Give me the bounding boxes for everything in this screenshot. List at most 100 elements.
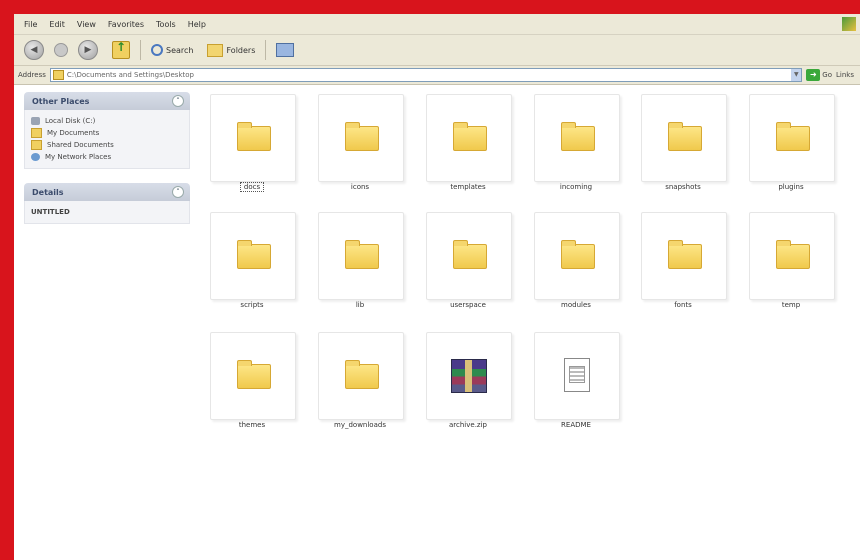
folder-item[interactable]: incoming (534, 94, 622, 206)
toolbar: ◀ ▶ Search Folders (14, 35, 860, 66)
thumbnail-tile (749, 94, 835, 182)
collapse-chevron-icon[interactable]: ˄ (172, 186, 184, 198)
item-label: snapshots (665, 183, 701, 191)
folder-item[interactable]: icons (318, 94, 406, 206)
thumbnail-tile (641, 212, 727, 300)
address-dropdown-icon[interactable]: ▼ (791, 69, 802, 81)
folder-icon (453, 122, 487, 151)
back-dropdown-icon[interactable] (54, 43, 68, 57)
search-icon (151, 44, 163, 56)
item-label: my_downloads (334, 421, 386, 429)
folders-label: Folders (226, 45, 256, 55)
forward-arrow-icon: ▶ (78, 40, 98, 60)
search-label: Search (166, 45, 194, 55)
item-label: docs (210, 182, 294, 192)
links-button[interactable]: Links (836, 71, 854, 79)
place-label: Local Disk (C:) (45, 117, 96, 125)
folder-icon (561, 240, 595, 269)
document-item[interactable]: README (534, 332, 622, 444)
thumbnail-tile (210, 212, 296, 300)
thumbnail-tile (749, 212, 835, 300)
folder-item[interactable]: scripts (210, 212, 298, 324)
folder-item[interactable]: snapshots (641, 94, 729, 206)
archive-item[interactable]: archive.zip (426, 332, 514, 444)
address-path: C:\Documents and Settings\Desktop (66, 71, 194, 79)
up-folder-button[interactable] (108, 39, 134, 61)
address-bar: Address C:\Documents and Settings\Deskto… (14, 66, 860, 85)
folder-icon (345, 240, 379, 269)
folder-icon (668, 122, 702, 151)
network-icon (31, 153, 40, 161)
views-button[interactable] (272, 41, 298, 59)
folder-item[interactable]: plugins (749, 94, 837, 206)
folder-item[interactable]: temp (749, 212, 837, 324)
folder-icon (52, 70, 64, 80)
item-label: lib (355, 301, 365, 309)
place-my-documents[interactable]: My Documents (31, 127, 183, 139)
drive-icon (31, 117, 40, 125)
item-label: incoming (559, 183, 593, 191)
toolbar-separator (140, 40, 141, 60)
thumbnail-tile (318, 212, 404, 300)
place-network[interactable]: My Network Places (31, 151, 183, 163)
other-places-panel: Other Places ˄ Local Disk (C:) My Docume… (24, 92, 190, 169)
place-shared-documents[interactable]: Shared Documents (31, 139, 183, 151)
go-button[interactable]: ➜ Go (806, 69, 832, 81)
collapse-chevron-icon[interactable]: ˄ (172, 95, 184, 107)
item-label: templates (450, 183, 486, 191)
menu-favorites[interactable]: Favorites (108, 20, 144, 29)
shared-folder-icon (31, 140, 42, 150)
folder-icon (237, 122, 271, 151)
folders-icon (207, 43, 224, 57)
folder-item[interactable]: my_downloads (318, 332, 406, 444)
other-places-title: Other Places (32, 96, 90, 106)
menu-bar: File Edit View Favorites Tools Help (14, 14, 860, 35)
item-label: themes (238, 421, 266, 429)
item-label: archive.zip (449, 421, 487, 429)
toolbar-separator (265, 40, 267, 60)
folder-item[interactable]: lib (318, 212, 406, 324)
windows-logo-icon (842, 17, 856, 31)
go-label: Go (822, 71, 833, 79)
place-label: My Documents (47, 129, 100, 137)
details-panel: Details ˄ UNTITLED (24, 183, 190, 224)
folder-icon (668, 240, 702, 269)
thumbnail-tile (534, 332, 620, 420)
folder-icon (345, 122, 379, 151)
details-body: UNTITLED (24, 201, 190, 224)
thumbnail-tile (426, 332, 512, 420)
menu-file[interactable]: File (24, 20, 37, 29)
item-label: modules (561, 301, 591, 309)
task-pane: Other Places ˄ Local Disk (C:) My Docume… (24, 92, 190, 238)
thumbnail-tile (426, 212, 512, 300)
folders-button[interactable]: Folders (203, 42, 259, 59)
folder-item[interactable]: modules (534, 212, 622, 324)
item-label: scripts (240, 301, 264, 309)
folder-icon (776, 240, 810, 269)
address-input[interactable]: C:\Documents and Settings\Desktop ▼ (49, 68, 803, 82)
menu-help[interactable]: Help (188, 20, 206, 29)
item-label: icons (350, 183, 370, 191)
folder-item[interactable]: themes (210, 332, 298, 444)
folder-item[interactable]: templates (426, 94, 514, 206)
item-label: README (561, 421, 591, 429)
place-local-disk[interactable]: Local Disk (C:) (31, 115, 183, 127)
other-places-header[interactable]: Other Places ˄ (24, 92, 190, 110)
thumbnail-tile (318, 94, 404, 182)
details-header[interactable]: Details ˄ (24, 183, 190, 201)
menu-view[interactable]: View (77, 20, 96, 29)
folder-item[interactable]: userspace (426, 212, 514, 324)
thumbnail-tile (318, 332, 404, 420)
back-button[interactable]: ◀ (20, 38, 48, 62)
search-button[interactable]: Search (147, 42, 197, 58)
item-label: fonts (674, 301, 692, 309)
menu-tools[interactable]: Tools (156, 20, 176, 29)
details-name: UNTITLED (31, 208, 70, 216)
folder-icon (776, 122, 810, 151)
document-icon (564, 358, 590, 392)
forward-button[interactable]: ▶ (74, 38, 102, 62)
folder-item[interactable]: fonts (641, 212, 729, 324)
go-arrow-icon: ➜ (806, 69, 821, 81)
menu-edit[interactable]: Edit (49, 20, 65, 29)
folder-item[interactable]: docs (210, 94, 298, 206)
